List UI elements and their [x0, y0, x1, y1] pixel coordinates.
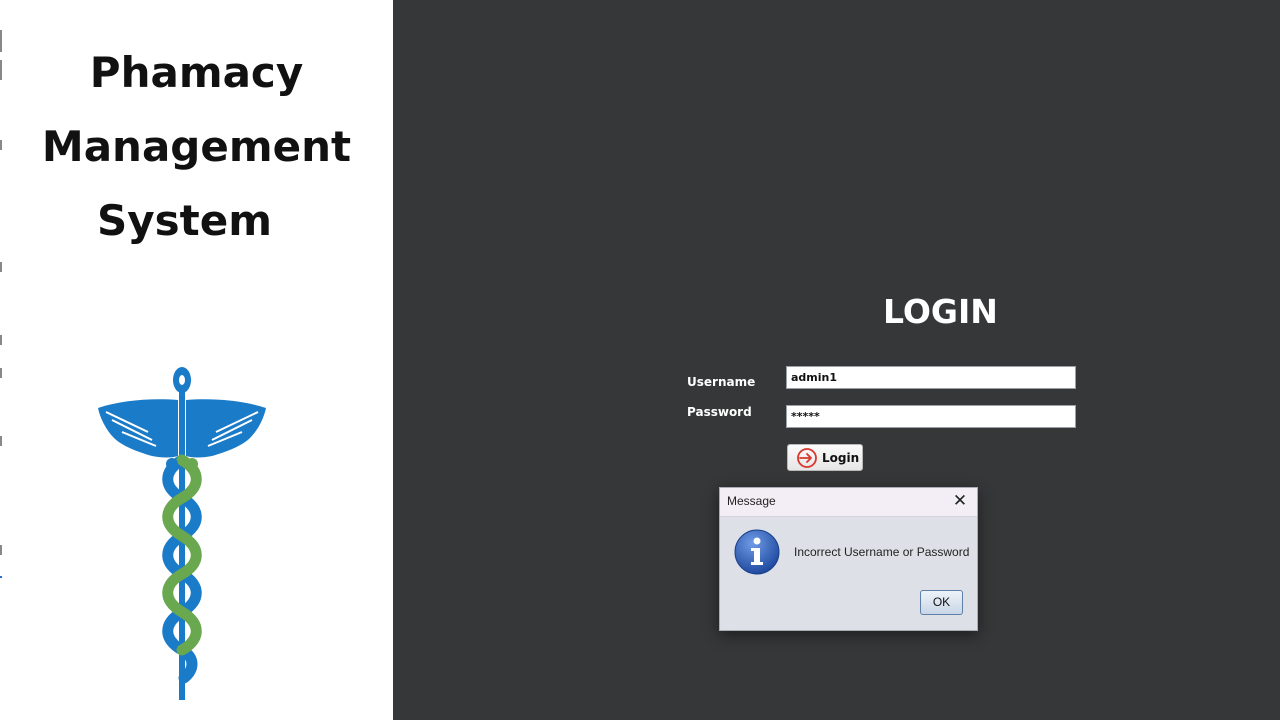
app-title-line-3: System [97, 196, 272, 245]
dialog-title: Message [727, 494, 776, 508]
app-title-line-1: Phamacy [89, 48, 304, 97]
password-input[interactable]: ***** [786, 405, 1076, 428]
username-input[interactable]: admin1 [786, 366, 1076, 389]
close-icon[interactable]: ✕ [951, 491, 969, 511]
dialog-titlebar[interactable]: Message ✕ [720, 488, 977, 517]
brand-panel: Phamacy Management System [0, 0, 393, 720]
login-button-label: Login [822, 450, 860, 465]
window-edge-artifacts [0, 0, 3, 720]
info-icon [734, 529, 780, 575]
app-title-line-2: Management [41, 122, 352, 171]
login-arrow-icon [797, 447, 817, 468]
login-button[interactable]: Login [787, 444, 863, 471]
password-label: Password [687, 405, 752, 419]
message-dialog: Message ✕ Incorrect Username or Password… [719, 487, 978, 631]
login-heading: LOGIN [883, 292, 998, 331]
username-label: Username [687, 375, 756, 389]
dialog-message: Incorrect Username or Password [794, 545, 970, 559]
ok-button[interactable]: OK [920, 590, 963, 615]
caduceus-logo-icon [98, 367, 266, 700]
